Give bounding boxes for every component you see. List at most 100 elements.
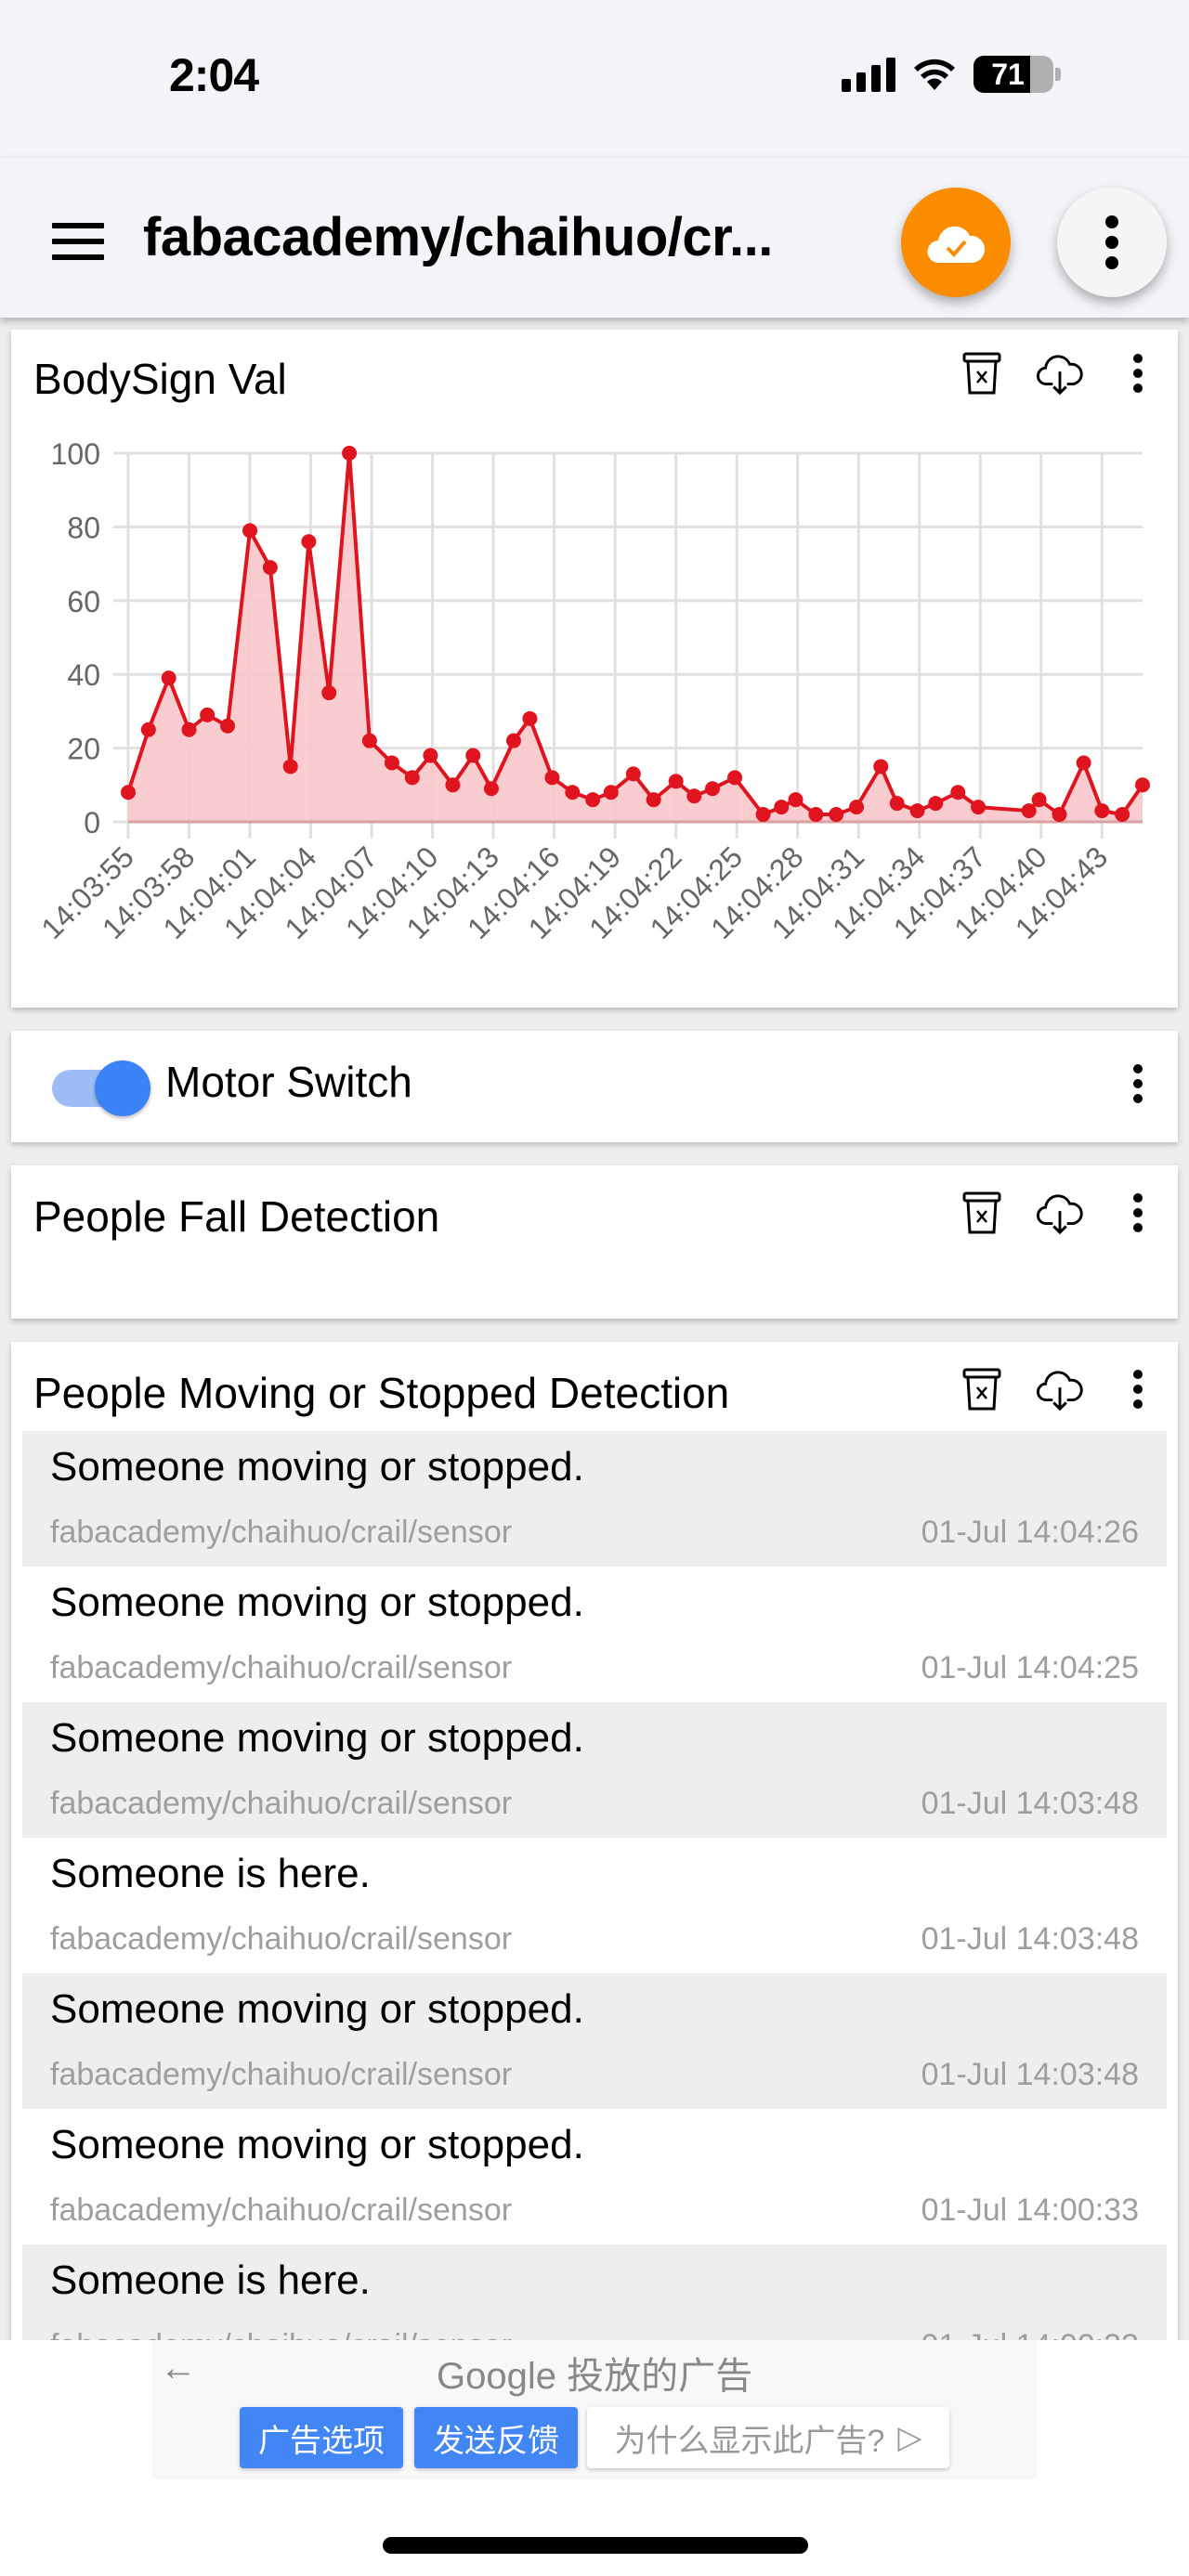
data-point (1094, 803, 1110, 819)
data-point (686, 788, 702, 804)
status-time: 2:04 (169, 49, 259, 101)
ad-why-button[interactable]: 为什么显示此广告? ▷ (587, 2407, 949, 2468)
data-point (1021, 803, 1037, 819)
data-point (668, 774, 684, 789)
card-title: BodySign Val (33, 355, 287, 403)
adchoices-icon: ▷ (897, 2420, 922, 2455)
log-message: Someone moving or stopped. (50, 1580, 584, 1625)
series-area (128, 453, 1143, 822)
data-point (423, 748, 438, 763)
data-point (522, 710, 538, 726)
data-point (301, 534, 317, 550)
data-point (829, 807, 844, 823)
log-item[interactable]: Someone moving or stopped. fabacademy/cha… (22, 1702, 1167, 1838)
data-point (361, 733, 377, 748)
y-tick-label: 40 (67, 658, 100, 692)
log-time: 01-Jul 14:03:48 (921, 2057, 1139, 2092)
ad-why-label: 为什么显示此广告? (614, 2423, 885, 2459)
more-vert-icon (1105, 215, 1118, 269)
data-point (544, 770, 560, 786)
ad-feedback-button[interactable]: 发送反馈 (414, 2407, 578, 2468)
log-item[interactable]: Someone moving or stopped. fabacademy/cha… (22, 1973, 1167, 2109)
more-vert-icon (1133, 1064, 1143, 1103)
data-point (242, 523, 258, 539)
log-item[interactable]: Someone moving or stopped. fabacademy/cha… (22, 1567, 1167, 1702)
bodysign-line-chart: 02040608010014:03:5514:03:5814:04:0114:0… (34, 437, 1150, 945)
data-point (788, 792, 804, 808)
log-message: Someone is here. (50, 1851, 371, 1896)
data-point (889, 796, 905, 812)
y-tick-label: 80 (67, 511, 100, 544)
data-point (1052, 807, 1067, 823)
data-point (161, 670, 176, 686)
log-time: 01-Jul 14:03:48 (921, 1786, 1139, 1821)
log-message: Someone moving or stopped. (50, 1986, 584, 2032)
data-point (727, 770, 743, 786)
data-point (384, 755, 399, 771)
card-title: Motor Switch (165, 1058, 412, 1106)
card-more-button[interactable] (1115, 1366, 1161, 1412)
status-bar: 2:04 71 (0, 0, 1189, 158)
y-tick-label: 60 (67, 585, 100, 618)
log-item[interactable]: Someone is here. fabacademy/chaihuo/crail… (22, 1838, 1167, 1973)
battery-tip (1055, 68, 1061, 81)
download-button[interactable] (1037, 350, 1083, 397)
clear-data-button[interactable] (959, 1190, 1005, 1236)
card-actions (959, 1366, 1161, 1412)
ad-back-arrow-icon[interactable]: ← (160, 2348, 197, 2389)
log-message: Someone moving or stopped. (50, 1444, 584, 1490)
data-point (465, 748, 481, 763)
card-title: People Moving or Stopped Detection (33, 1369, 730, 1417)
log-topic: fabacademy/chaihuo/crail/sensor (50, 1515, 513, 1550)
fall-detection-card: People Fall Detection (11, 1165, 1178, 1319)
data-point (603, 785, 619, 800)
cloud-download-icon (1037, 1371, 1083, 1412)
card-more-button[interactable] (1115, 350, 1161, 397)
cellular-signal-icon (842, 57, 895, 92)
log-item[interactable]: Someone moving or stopped. fabacademy/cha… (22, 2109, 1167, 2244)
card-more-button[interactable] (1115, 1190, 1161, 1236)
data-point (971, 800, 986, 815)
home-indicator[interactable] (383, 2537, 808, 2554)
data-point (342, 446, 358, 461)
card-actions (959, 1190, 1161, 1236)
hamburger-menu-icon[interactable] (52, 223, 104, 260)
more-vert-icon (1133, 1370, 1143, 1409)
archive-clear-icon (962, 1191, 1001, 1234)
data-point (625, 766, 641, 782)
data-point (321, 685, 337, 701)
data-point (200, 707, 216, 722)
ad-options-button[interactable]: 广告选项 (240, 2407, 403, 2468)
data-point (220, 718, 236, 734)
data-point (445, 777, 461, 793)
data-point (774, 800, 790, 815)
log-topic: fabacademy/chaihuo/crail/sensor (50, 1650, 513, 1685)
download-button[interactable] (1037, 1366, 1083, 1412)
log-topic: fabacademy/chaihuo/crail/sensor (50, 1921, 513, 1957)
battery-level: 71 (991, 58, 1025, 91)
log-message: Someone is here. (50, 2257, 371, 2303)
log-topic: fabacademy/chaihuo/crail/sensor (50, 1786, 513, 1821)
log-time: 01-Jul 14:04:26 (921, 1515, 1139, 1550)
connection-status-button[interactable] (901, 188, 1011, 297)
more-vert-icon (1133, 1193, 1143, 1232)
log-topic: fabacademy/chaihuo/crail/sensor (50, 2057, 513, 2092)
data-point (755, 807, 771, 823)
clear-data-button[interactable] (959, 1366, 1005, 1412)
motor-switch-toggle[interactable] (48, 1057, 150, 1116)
data-point (808, 807, 824, 823)
header-more-button[interactable] (1057, 188, 1167, 297)
log-topic: fabacademy/chaihuo/crail/sensor (50, 2192, 513, 2228)
card-more-button[interactable] (1115, 1060, 1161, 1107)
log-item[interactable]: Someone moving or stopped. fabacademy/cha… (22, 1431, 1167, 1567)
clear-data-button[interactable] (959, 350, 1005, 397)
data-point (404, 770, 420, 786)
data-point (121, 785, 136, 800)
y-tick-label: 100 (51, 437, 100, 471)
log-message: Someone moving or stopped. (50, 2122, 584, 2167)
y-tick-label: 20 (67, 733, 100, 766)
download-button[interactable] (1037, 1190, 1083, 1236)
bodysign-chart-card: BodySign Val 0 20 40 60 80 100 14:03:55 14:03:5… (11, 330, 1178, 1008)
more-vert-icon (1133, 354, 1143, 393)
cloud-download-icon (1037, 1194, 1083, 1235)
